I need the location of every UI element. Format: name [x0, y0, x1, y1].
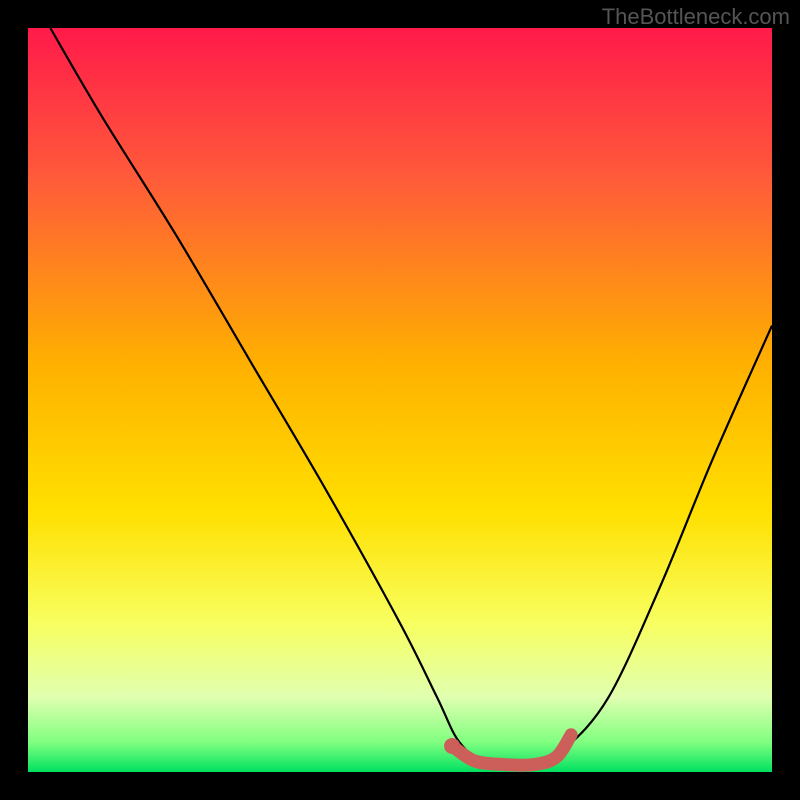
watermark-text: TheBottleneck.com [602, 4, 790, 30]
chart-plot-area [28, 28, 772, 772]
chart-svg [28, 28, 772, 772]
optimal-range-start-dot [444, 738, 460, 754]
chart-background [28, 28, 772, 772]
